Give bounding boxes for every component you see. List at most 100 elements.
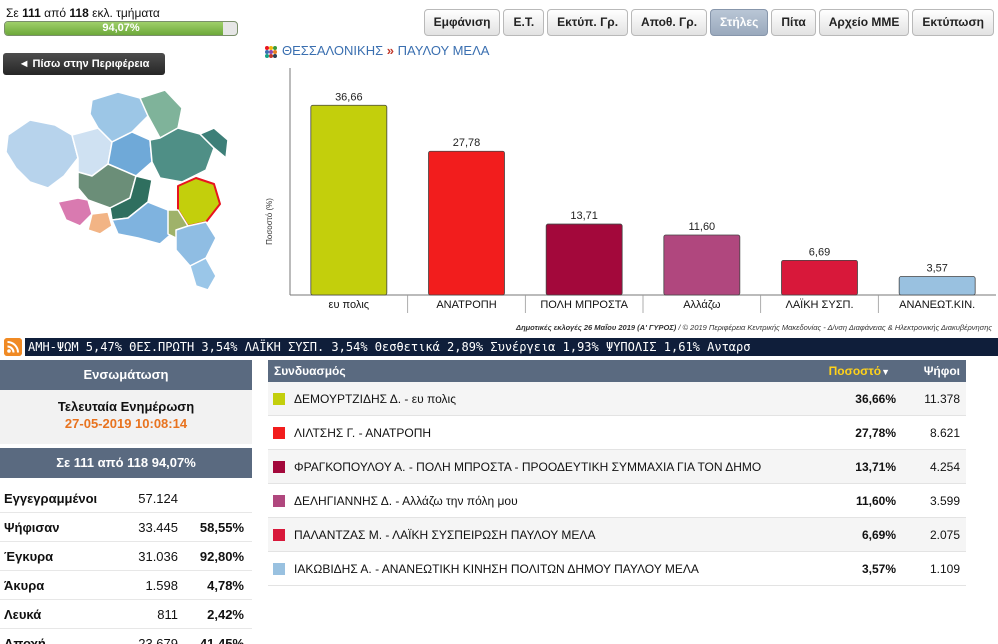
breadcrumb-region[interactable]: ΘΕΣΣΑΛΟΝΙΚΗΣ: [282, 43, 383, 58]
stat-percent: 41,45%: [199, 636, 244, 644]
x-tick-label-5: ΑΝΑΝΕΩΤ.ΚΙΝ.: [899, 299, 975, 311]
map-area-pink[interactable]: [57, 197, 93, 227]
row-name: ΦΡΑΓΚΟΠΟΥΛΟΥ Α. - ΠΟΛΗ ΜΠΡΟΣΤΑ - ΠΡΟΟΔΕΥ…: [294, 459, 762, 474]
header-percent[interactable]: Ποσοστό▼: [804, 360, 894, 382]
progress-middle: από: [44, 6, 67, 20]
table-row[interactable]: ΛΙΛΤΣΗΣ Γ. - ΑΝΑΤΡΟΠΗ 27,78% 8.621: [268, 416, 966, 450]
bar-0[interactable]: [310, 104, 388, 296]
map-area-west[interactable]: [5, 119, 79, 189]
rss-icon[interactable]: [4, 338, 22, 356]
bar-5[interactable]: [898, 276, 976, 296]
progress-prefix: Σε: [6, 6, 19, 20]
stat-label: Ψήφισαν: [4, 520, 60, 535]
bar-value-label-4: 6,69: [809, 246, 830, 258]
stat-percent: 2,42%: [207, 607, 244, 622]
row-votes: 11.378: [924, 391, 960, 406]
bars-button[interactable]: Στήλες: [710, 9, 769, 36]
stat-value: 811: [157, 607, 178, 622]
stat-value: 1.598: [145, 578, 178, 593]
print-button[interactable]: Εκτύπωση: [912, 9, 994, 36]
toolbar: Εμφάνιση Ε.Τ. Εκτύπ. Γρ. Αποθ. Γρ. Στήλε…: [423, 9, 994, 36]
map-area-orange[interactable]: [87, 211, 113, 235]
row-name: ΛΙΛΤΣΗΣ Γ. - ΑΝΑΤΡΟΠΗ: [294, 425, 432, 440]
stat-percent: 92,80%: [199, 549, 244, 564]
bar-value-label-0: 36,66: [335, 91, 363, 103]
chart-footer: Δημοτικές εκλογές 26 Μαΐου 2019 (Α' ΓΥΡΟ…: [516, 323, 992, 332]
bar-4[interactable]: [781, 259, 858, 296]
bar-3[interactable]: [663, 234, 741, 296]
stat-value: 57.124: [138, 491, 178, 506]
table-row[interactable]: ΠΑΛΑΝΤΖΑΣ Μ. - ΛΑΪΚΗ ΣΥΣΠΕΙΡΩΣΗ ΠΑΥΛΟΥ Μ…: [268, 518, 966, 552]
x-tick-label-3: Αλλάζω: [683, 299, 721, 311]
row-percent: 36,66%: [855, 391, 896, 406]
display-button[interactable]: Εμφάνιση: [423, 9, 501, 36]
map-area-southeast[interactable]: [175, 221, 217, 267]
table-row[interactable]: ΙΑΚΩΒΙΔΗΣ Α. - ΑΝΑΝΕΩΤΙΚΗ ΚΙΝΗΣΗ ΠΟΛΙΤΩΝ…: [268, 552, 966, 586]
row-percent: 27,78%: [855, 425, 896, 440]
progress-bar: 94,07%: [4, 21, 238, 36]
stat-label: Εγγεγραμμένοι: [4, 491, 98, 506]
row-votes: 8.621: [929, 425, 960, 440]
row-percent: 13,71%: [855, 459, 896, 474]
bar-2[interactable]: [545, 223, 623, 296]
row-name: ΔΕΛΗΓΙΑΝΝΗΣ Δ. - Αλλάζω την πόλη μου: [294, 493, 518, 508]
stat-percent: [178, 484, 244, 512]
et-button[interactable]: Ε.Τ.: [503, 9, 545, 36]
panel-title: Ενσωμάτωση: [0, 360, 252, 390]
multicolor-dots-icon: [265, 46, 277, 58]
row-percent: 3,57%: [861, 561, 896, 576]
row-votes: 4.254: [929, 459, 960, 474]
last-update-time: 27-05-2019 10:08:14: [64, 416, 188, 431]
color-swatch: [273, 460, 285, 473]
news-ticker: ΑΜΗ-ΨΩΜ 5,47% ΘΕΣ.ΠΡΩΤΗ 3,54% ΛΑΪΚΗ ΣΥΣΠ…: [25, 338, 998, 356]
bar-value-label-2: 13,71: [570, 210, 598, 222]
progress-total: 118: [69, 6, 89, 20]
row-name: ΙΑΚΩΒΙΔΗΣ Α. - ΑΝΑΝΕΩΤΙΚΗ ΚΙΝΗΣΗ ΠΟΛΙΤΩΝ…: [294, 561, 699, 576]
x-tick-label-1: ΑΝΑΤΡΟΠΗ: [436, 299, 496, 311]
region-map: [5, 89, 229, 291]
stat-value: 23.679: [138, 636, 178, 644]
stat-percent: 4,78%: [207, 578, 244, 593]
row-votes: 3.599: [929, 493, 960, 508]
color-swatch: [273, 426, 285, 439]
stat-value: 33.445: [138, 520, 178, 535]
media-file-button[interactable]: Αρχείο ΜΜΕ: [818, 9, 910, 36]
color-swatch: [273, 392, 285, 405]
x-tick-label-0: ευ πολις: [329, 299, 370, 311]
breadcrumb-separator: »: [386, 43, 395, 58]
results-header: Συνδυασμός Ποσοστό▼ Ψήφοι: [268, 360, 966, 382]
row-name: ΔΕΜΟΥΡΤΖΙΔΗΣ Δ. - ευ πολις: [294, 391, 456, 406]
header-percent-label: Ποσοστό: [828, 364, 882, 378]
save-chart-button[interactable]: Αποθ. Γρ.: [631, 9, 708, 36]
color-swatch: [273, 528, 285, 541]
chart-footer-source: Δημοτικές εκλογές 26 Μαΐου 2019 (Α' ΓΥΡΟ…: [516, 323, 677, 332]
table-row[interactable]: ΔΕΛΗΓΙΑΝΝΗΣ Δ. - Αλλάζω την πόλη μου 11,…: [268, 484, 966, 518]
stats-list: Εγγεγραμμένοι 57.124 Ψήφισαν 33.445 58,5…: [0, 484, 252, 644]
breadcrumb-municipality: ΠΑΥΛΟΥ ΜΕΛΑ: [397, 43, 490, 58]
header-votes[interactable]: Ψήφοι: [894, 360, 966, 382]
row-votes: 2.075: [929, 527, 960, 542]
back-to-region-button[interactable]: ◄ Πίσω στην Περιφέρεια: [3, 53, 165, 75]
count-summary: Σε 111 από 118 94,07%: [0, 448, 252, 478]
progress-label: Σε 111 από 118 εκλ. τμήματα: [6, 6, 160, 20]
stat-label: Λευκά: [4, 607, 42, 622]
print-chart-button[interactable]: Εκτύπ. Γρ.: [547, 9, 629, 36]
pie-button[interactable]: Πίτα: [771, 9, 816, 36]
table-row[interactable]: ΔΕΜΟΥΡΤΖΙΔΗΣ Δ. - ευ πολις 36,66% 11.378: [268, 382, 966, 416]
progress-counted: 111: [22, 6, 41, 20]
stat-row-valid: Έγκυρα 31.036 92,80%: [0, 542, 252, 571]
header-combination[interactable]: Συνδυασμός: [268, 360, 804, 382]
last-update-box: Τελευταία Ενημέρωση 27-05-2019 10:08:14: [0, 390, 252, 444]
bar-value-label-1: 27,78: [453, 137, 481, 149]
stat-row-abstention: Αποχή 23.679 41,45%: [0, 629, 252, 644]
last-update-title: Τελευταία Ενημέρωση: [57, 399, 195, 414]
row-percent: 6,69%: [861, 527, 896, 542]
table-row[interactable]: ΦΡΑΓΚΟΠΟΥΛΟΥ Α. - ΠΟΛΗ ΜΠΡΟΣΤΑ - ΠΡΟΟΔΕΥ…: [268, 450, 966, 484]
stat-label: Έγκυρα: [4, 549, 54, 564]
stat-row-blank: Λευκά 811 2,42%: [0, 600, 252, 629]
results-bar-chart: Ποσοστό (%) 36,66 ευ πολις 27,78 ΑΝΑΤΡΟΠΗ 13,…: [265, 68, 996, 313]
y-axis-label: Ποσοστό (%): [265, 198, 274, 245]
ticker-text: ΑΜΗ-ΨΩΜ 5,47% ΘΕΣ.ΠΡΩΤΗ 3,54% ΛΑΪΚΗ ΣΥΣΠ…: [28, 340, 751, 354]
bar-1[interactable]: [428, 150, 505, 296]
stat-label: Αποχή: [4, 636, 46, 644]
